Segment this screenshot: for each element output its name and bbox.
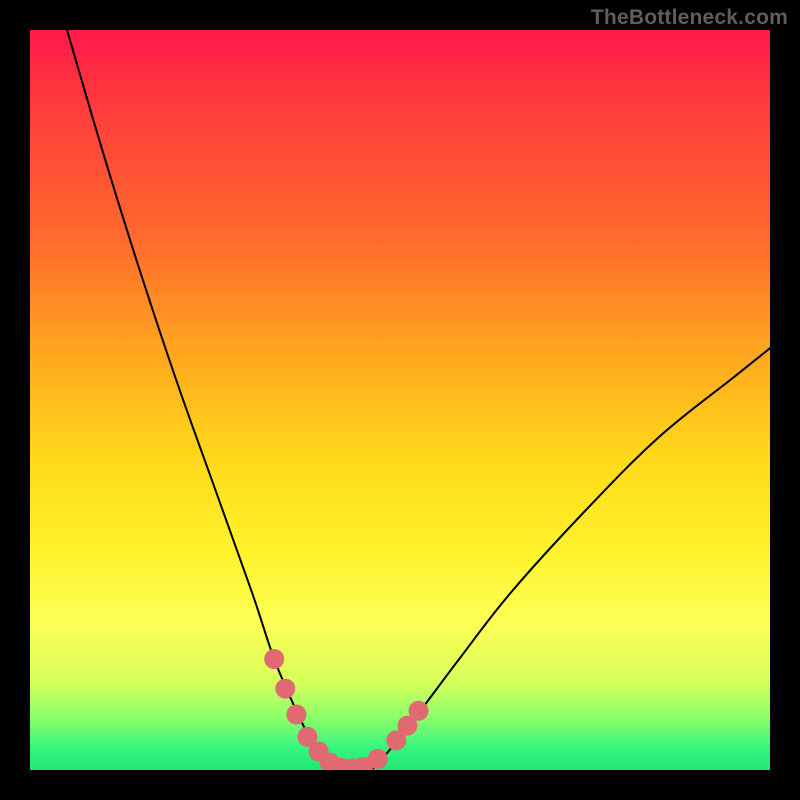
marker-left-3 [286, 705, 306, 725]
marker-right-2 [386, 730, 406, 750]
marker-bottom-1 [320, 753, 340, 770]
marker-group [264, 649, 428, 770]
marker-right-3 [397, 716, 417, 736]
marker-left-4 [298, 727, 318, 747]
marker-left-5 [309, 742, 329, 762]
marker-left-2 [275, 679, 295, 699]
bottleneck-curve [67, 30, 770, 770]
marker-bottom-3 [342, 759, 362, 770]
marker-right-4 [409, 701, 429, 721]
marker-bottom-2 [331, 758, 351, 770]
chart-stage: TheBottleneck.com [0, 0, 800, 800]
watermark-text: TheBottleneck.com [591, 6, 788, 30]
marker-right-1 [368, 749, 388, 769]
marker-bottom-4 [353, 757, 373, 770]
curve-svg [30, 30, 770, 770]
plot-area [30, 30, 770, 770]
marker-left-1 [264, 649, 284, 669]
